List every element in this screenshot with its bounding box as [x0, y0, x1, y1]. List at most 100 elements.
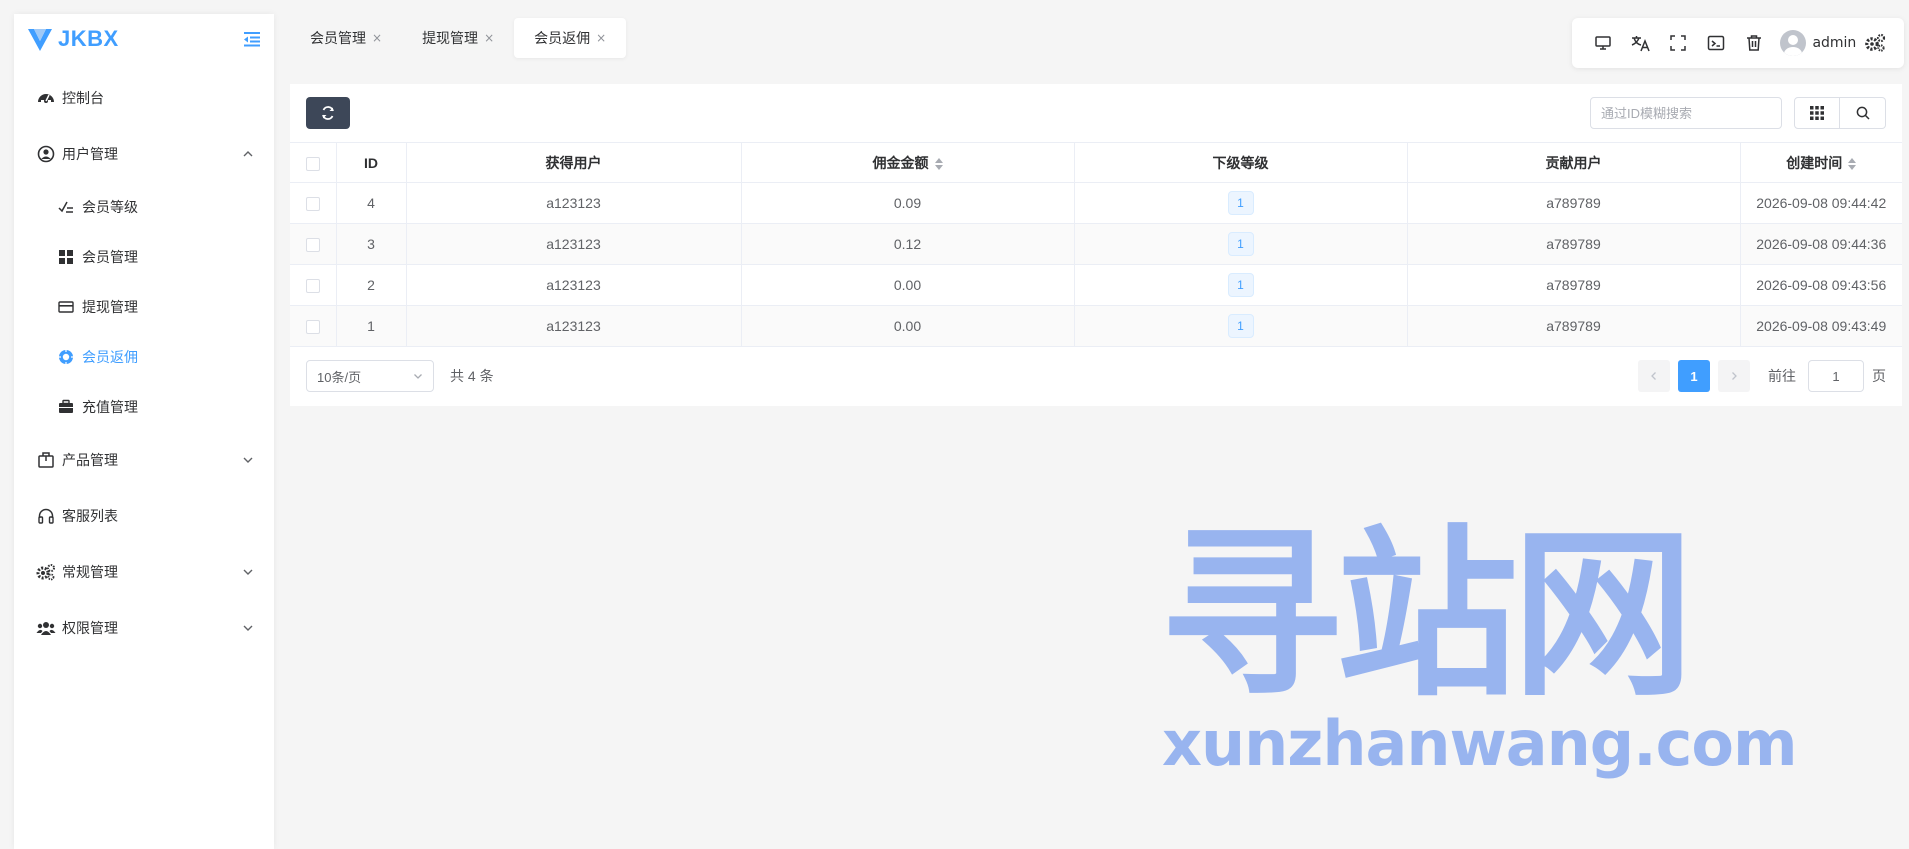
page-tabs: 会员管理 × 提现管理 × 会员返佣 × [290, 18, 627, 58]
search-icon [1856, 106, 1870, 120]
tab-withdrawal-management[interactable]: 提现管理 × [402, 18, 514, 58]
column-header-id: ID [335, 142, 406, 183]
row-checkbox[interactable] [305, 279, 320, 294]
level-tag: 1 [1227, 232, 1254, 256]
table-toolbar [290, 84, 1902, 142]
tab-member-management[interactable]: 会员管理 × [290, 18, 402, 58]
table-row: 1 a123123 0.00 1 a789789 2026-09-08 09:4… [290, 305, 1902, 347]
prev-page-button[interactable] [1638, 360, 1670, 392]
table-action-group [1794, 97, 1886, 129]
dashboard-icon [36, 88, 56, 108]
sort-icon[interactable] [1848, 157, 1857, 170]
goto-page-input[interactable] [1808, 360, 1864, 392]
watermark: 寻站网 xunzhanwang.com [1160, 509, 1798, 790]
next-page-button[interactable] [1718, 360, 1750, 392]
sort-icon[interactable] [934, 157, 943, 170]
total-count: 共 4 条 [450, 368, 494, 384]
column-header-label: 创建时间 [1786, 154, 1843, 171]
sidebar-item-general-management[interactable]: 常规管理 [14, 544, 274, 600]
sidebar-item-withdrawal-management[interactable]: 提现管理 [14, 282, 274, 332]
sidebar-item-member-management[interactable]: 会员管理 [14, 232, 274, 282]
goto-prefix: 前往 [1768, 368, 1796, 384]
cell-created: 2026-09-08 09:43:49 [1739, 305, 1902, 347]
tab-label: 会员返佣 [534, 31, 591, 47]
table-row: 3 a123123 0.12 1 a789789 2026-09-08 09:4… [290, 223, 1902, 265]
search-input[interactable] [1590, 97, 1782, 129]
chevron-right-icon [1732, 372, 1737, 380]
package-icon [36, 450, 56, 470]
chevron-up-icon [243, 151, 253, 157]
page-number[interactable]: 1 [1678, 360, 1710, 392]
page-size-select[interactable]: 10条/页 [306, 360, 434, 392]
level-icon [56, 197, 76, 217]
trash-icon[interactable] [1735, 23, 1773, 63]
cell-amount: 0.00 [740, 264, 1074, 306]
terminal-icon[interactable] [1697, 23, 1735, 63]
close-icon[interactable]: × [484, 31, 494, 45]
level-tag: 1 [1227, 273, 1254, 297]
select-all-checkbox[interactable] [305, 156, 320, 171]
menu-fold-icon[interactable] [242, 29, 262, 49]
watermark-url: xunzhanwang.com [1162, 707, 1798, 780]
sidebar-item-label: 产品管理 [62, 453, 118, 469]
cell-contributor: a789789 [1406, 182, 1740, 224]
user-menu[interactable]: admin [1780, 30, 1856, 56]
sidebar-item-label: 会员返佣 [82, 350, 138, 366]
top-toolbar: admin [1572, 18, 1904, 68]
chevron-down-icon [414, 374, 422, 379]
row-checkbox[interactable] [305, 197, 320, 212]
sidebar-item-customer-service[interactable]: 客服列表 [14, 488, 274, 544]
level-tag: 1 [1227, 314, 1254, 338]
sidebar-item-recharge-management[interactable]: 充值管理 [14, 382, 274, 432]
tab-label: 提现管理 [422, 31, 479, 47]
chevron-down-icon [243, 569, 253, 575]
tab-member-rebate[interactable]: 会员返佣 × [514, 18, 627, 58]
cell-amount: 0.00 [740, 305, 1074, 347]
cell-user: a123123 [405, 305, 741, 347]
cell-user: a123123 [405, 264, 741, 306]
sidebar-item-user-management[interactable]: 用户管理 [14, 126, 274, 182]
settings-icon[interactable] [1856, 23, 1894, 63]
sidebar-item-dashboard[interactable]: 控制台 [14, 70, 274, 126]
sidebar: JKBX 控制台 用户管理 会员等级 会员管理 提现管理 会员返佣 充值管理 产… [14, 14, 274, 849]
sidebar-item-label: 用户管理 [62, 147, 118, 163]
refresh-button[interactable] [306, 97, 350, 129]
rebate-table-card: ID 获得用户 佣金金额 下级等级 贡献用户 创建时间 4 a123123 0.… [290, 84, 1902, 406]
sidebar-item-label: 提现管理 [82, 300, 138, 316]
table-row: 4 a123123 0.09 1 a789789 2026-09-08 09:4… [290, 182, 1902, 224]
sidebar-item-label: 客服列表 [62, 509, 118, 525]
close-icon[interactable]: × [372, 31, 382, 45]
sidebar-item-label: 会员等级 [82, 200, 138, 216]
monitor-icon[interactable] [1584, 23, 1622, 63]
sidebar-item-label: 会员管理 [82, 250, 138, 266]
column-settings-button[interactable] [1794, 97, 1840, 129]
briefcase-icon [56, 397, 76, 417]
table-row: 2 a123123 0.00 1 a789789 2026-09-08 09:4… [290, 264, 1902, 306]
avatar [1780, 30, 1807, 56]
column-header-amount[interactable]: 佣金金额 [740, 142, 1074, 183]
chevron-down-icon [243, 625, 253, 631]
close-icon[interactable]: × [596, 31, 606, 45]
pagination: 10条/页 共 4 条 1 前往 页 [290, 347, 1902, 405]
fullscreen-icon[interactable] [1659, 23, 1697, 63]
sidebar-item-member-level[interactable]: 会员等级 [14, 182, 274, 232]
select-all-cell [290, 142, 336, 183]
row-checkbox[interactable] [305, 238, 320, 253]
logo-row: JKBX [14, 14, 274, 64]
sidebar-item-permission-management[interactable]: 权限管理 [14, 600, 274, 656]
search-button[interactable] [1840, 97, 1886, 129]
level-tag: 1 [1227, 191, 1254, 215]
goto-suffix: 页 [1872, 368, 1886, 384]
cell-id: 2 [335, 264, 406, 306]
headset-icon [36, 506, 56, 526]
column-header-created[interactable]: 创建时间 [1739, 142, 1902, 183]
column-header-label: 佣金金额 [872, 154, 929, 171]
column-header-level: 下级等级 [1073, 142, 1407, 183]
watermark-title: 寻站网 [1160, 509, 1694, 721]
row-checkbox[interactable] [305, 320, 320, 335]
gears-icon [36, 562, 56, 582]
sidebar-item-product-management[interactable]: 产品管理 [14, 432, 274, 488]
sidebar-item-member-rebate[interactable]: 会员返佣 [14, 332, 274, 382]
translate-icon[interactable] [1622, 23, 1660, 63]
cell-created: 2026-09-08 09:44:36 [1739, 223, 1902, 265]
